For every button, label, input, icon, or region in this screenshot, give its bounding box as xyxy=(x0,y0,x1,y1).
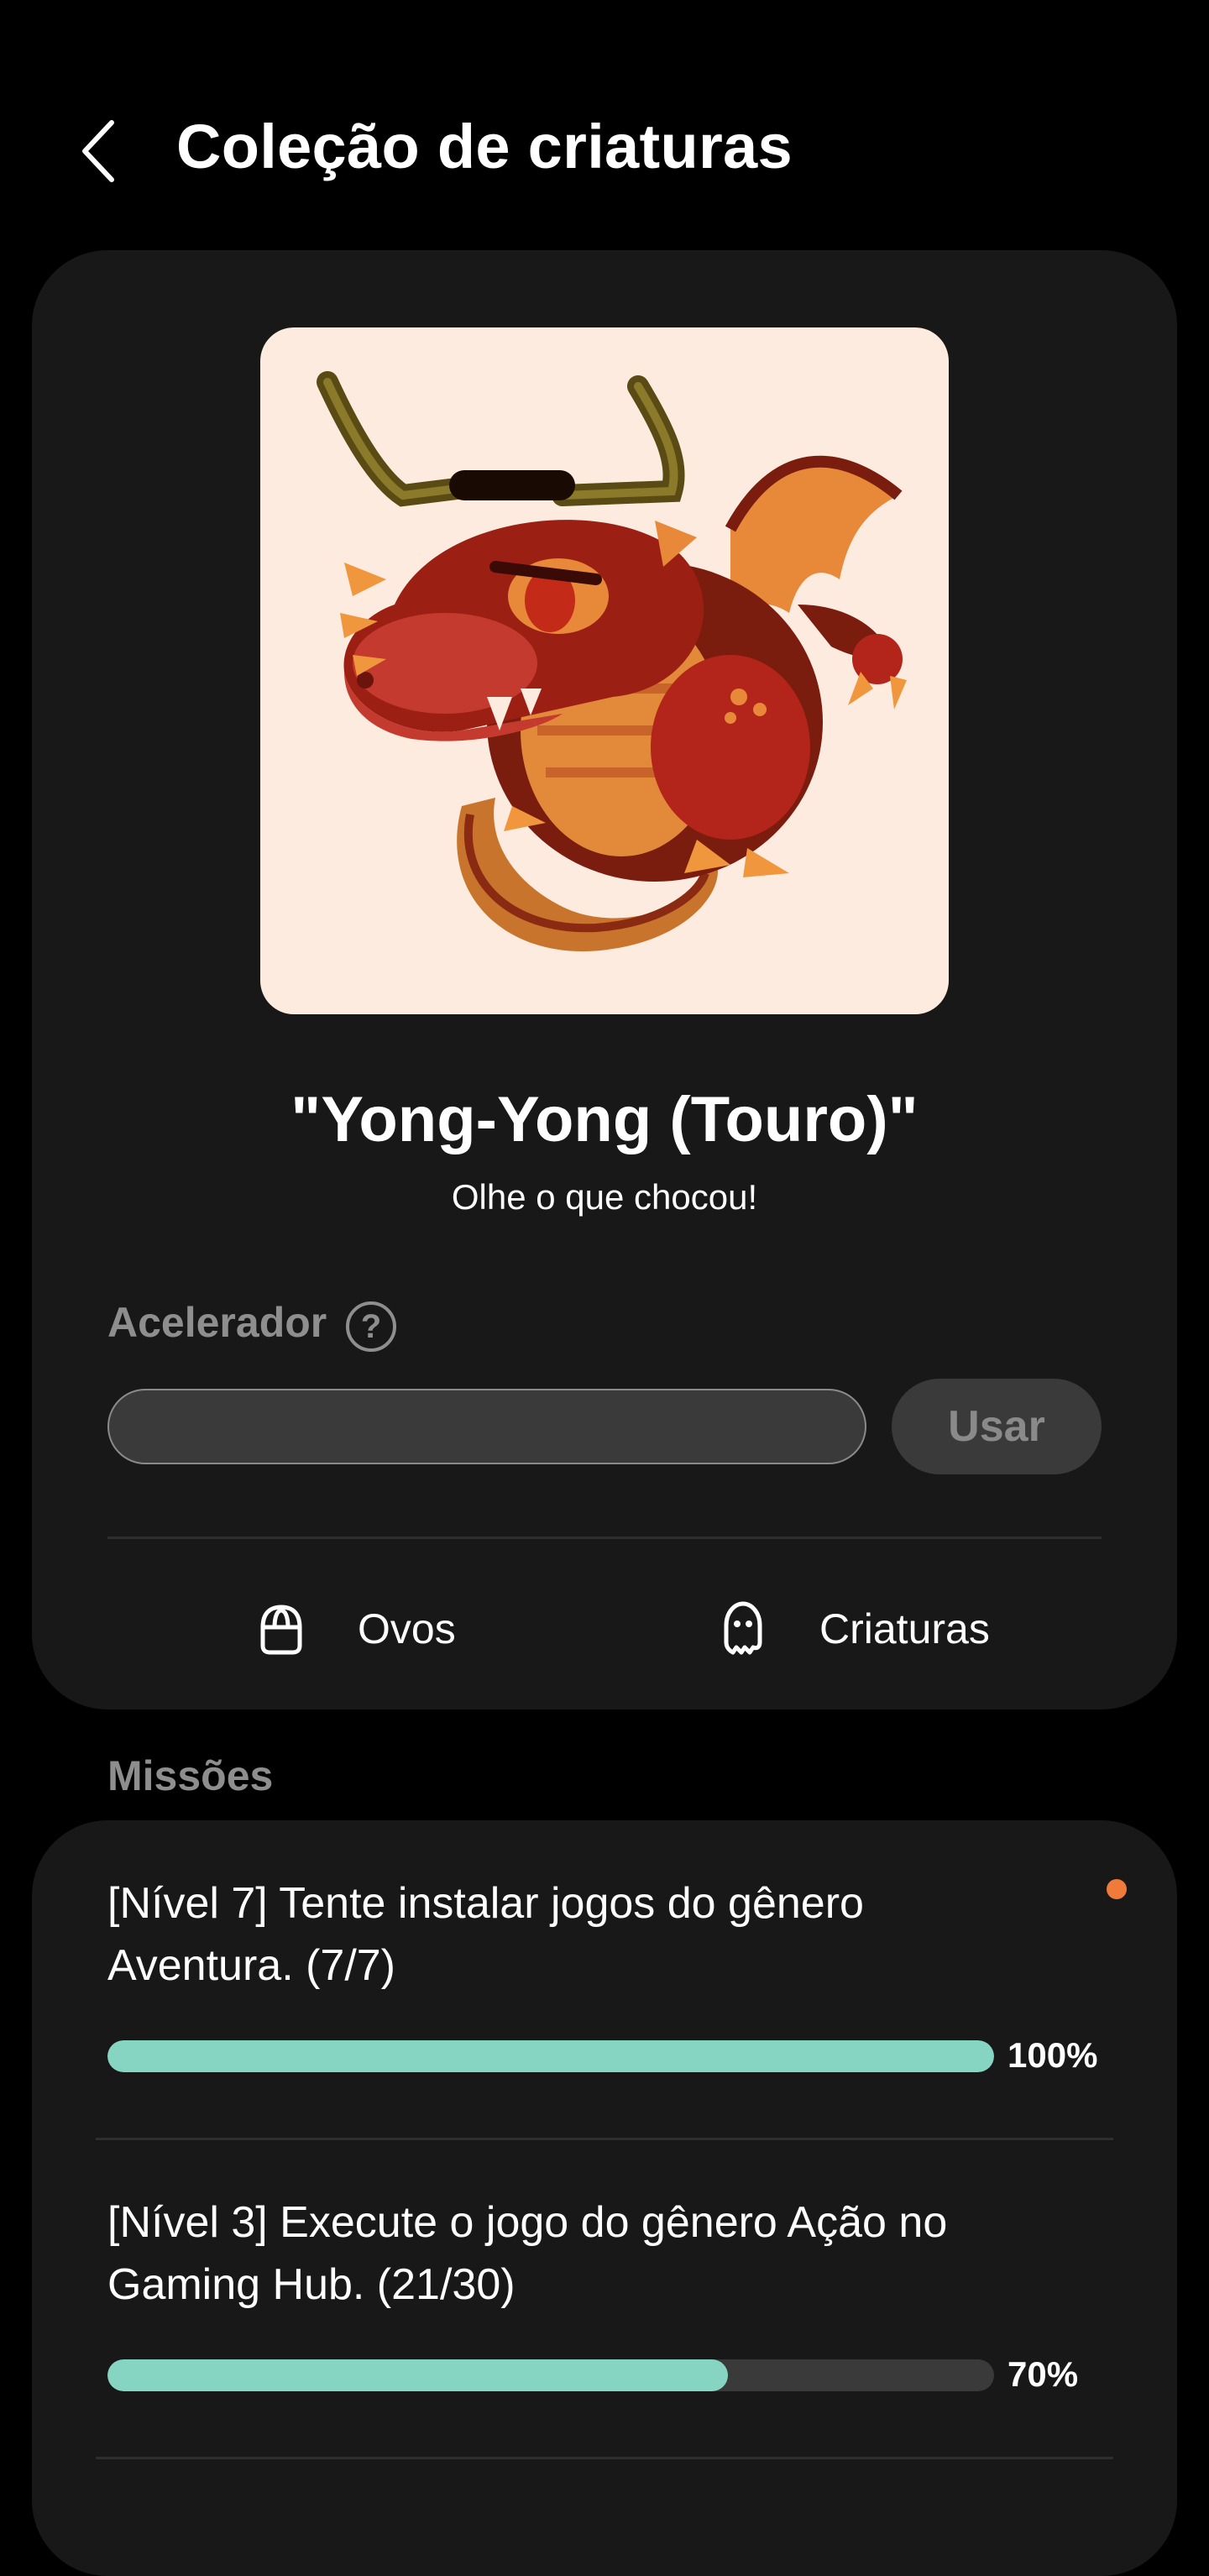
accelerator-input[interactable] xyxy=(107,1389,866,1464)
mission-progress-bar xyxy=(107,2359,994,2391)
back-button[interactable] xyxy=(65,109,133,193)
dragon-bull-illustration xyxy=(317,371,907,952)
tab-creatures-label: Criaturas xyxy=(819,1605,990,1652)
mission-progress-percent: 70% xyxy=(1008,2354,1079,2394)
mission-progress-bar xyxy=(107,2040,994,2072)
egg-basket-icon xyxy=(252,1600,311,1658)
mission-progress-fill xyxy=(107,2359,729,2391)
mission-item[interactable]: [Nível 7] Tente instalar jogos do gênero… xyxy=(107,1872,1031,1997)
creature-image xyxy=(260,327,949,1014)
app-header: Coleção de criaturas xyxy=(0,0,1209,252)
card-divider xyxy=(107,1537,1102,1539)
mission-divider xyxy=(96,2138,1113,2140)
mission-item[interactable]: [Nível 3] Execute o jogo do gênero Ação … xyxy=(107,2191,1031,2316)
question-circle-icon[interactable]: ? xyxy=(346,1301,396,1352)
accelerator-label: Acelerador xyxy=(107,1299,327,1346)
new-notification-dot xyxy=(1107,1879,1127,1899)
page-title: Coleção de criaturas xyxy=(176,112,793,181)
mission-text: [Nível 3] Execute o jogo do gênero Ação … xyxy=(107,2198,948,2309)
tab-eggs[interactable]: Ovos xyxy=(252,1579,456,1679)
creature-name: "Yong-Yong (Touro)" xyxy=(290,1084,919,1155)
mission-divider xyxy=(96,2457,1113,2459)
tab-eggs-label: Ovos xyxy=(358,1605,456,1652)
mission-text: [Nível 7] Tente instalar jogos do gênero… xyxy=(107,1879,864,1990)
tab-creatures[interactable]: Criaturas xyxy=(714,1579,990,1679)
mission-progress-percent: 100% xyxy=(1008,2035,1098,2075)
ghost-icon xyxy=(714,1600,772,1658)
mission-progress-fill xyxy=(107,2040,994,2072)
use-button[interactable]: Usar xyxy=(892,1379,1102,1474)
creature-subtitle: Olhe o que chocou! xyxy=(451,1177,758,1217)
missions-section-label: Missões xyxy=(107,1752,274,1799)
chevron-left-icon xyxy=(82,120,114,182)
